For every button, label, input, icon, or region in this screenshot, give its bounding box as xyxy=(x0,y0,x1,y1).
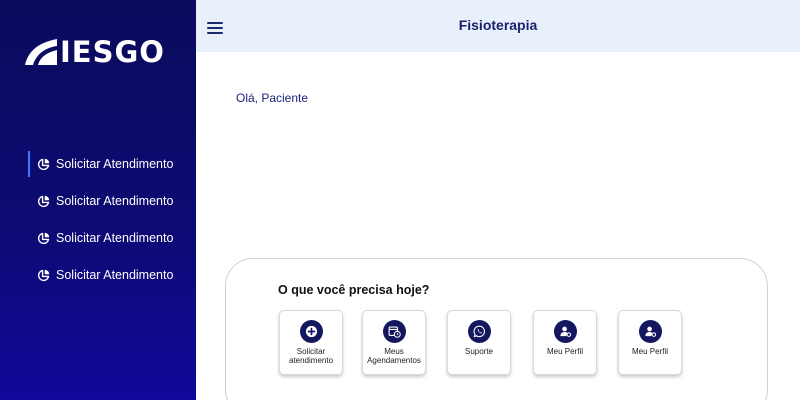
brand-name: IESGO xyxy=(60,35,165,69)
sidebar-item-label: Solicitar Atendimento xyxy=(56,157,174,171)
my-profile-button-2[interactable]: Meu Perfil xyxy=(618,310,682,375)
action-label: Meu Perfil xyxy=(546,347,583,356)
pie-chart-icon xyxy=(37,232,50,244)
page-title: Fisioterapia xyxy=(458,17,538,33)
sidebar-item-solicitar-atendimento-3[interactable]: Solicitar Atendimento xyxy=(28,225,196,251)
plus-circle-icon xyxy=(299,320,323,343)
sidebar-item-label: Solicitar Atendimento xyxy=(56,194,174,208)
top-bar: Fisioterapia xyxy=(196,0,800,52)
sidebar-nav: Solicitar Atendimento Solicitar Atendime… xyxy=(28,151,196,299)
greeting-text: Olá, Paciente xyxy=(236,91,309,105)
support-button[interactable]: Suporte xyxy=(447,310,511,375)
sidebar-item-solicitar-atendimento-4[interactable]: Solicitar Atendimento xyxy=(28,262,196,288)
logo-mark-icon xyxy=(25,39,57,65)
user-settings-icon xyxy=(553,320,577,343)
calendar-clock-icon xyxy=(382,320,406,343)
action-label: Meus Agendamentos xyxy=(367,347,421,365)
my-profile-button[interactable]: Meu Perfil xyxy=(533,310,597,375)
action-label: Meu Perfil xyxy=(631,347,668,356)
brand-logo[interactable]: IESGO xyxy=(24,35,165,69)
sidebar-item-solicitar-atendimento-2[interactable]: Solicitar Atendimento xyxy=(28,188,196,214)
action-label: Suporte xyxy=(464,347,494,356)
sidebar-item-solicitar-atendimento-1[interactable]: Solicitar Atendimento xyxy=(28,151,196,177)
pie-chart-icon xyxy=(37,158,50,170)
card-title: O que você precisa hoje? xyxy=(278,283,430,297)
request-appointment-button[interactable]: Solicitar atendimento xyxy=(279,310,343,375)
pie-chart-icon xyxy=(37,195,50,207)
sidebar-item-label: Solicitar Atendimento xyxy=(56,268,174,282)
sidebar-item-label: Solicitar Atendimento xyxy=(56,231,174,245)
whatsapp-icon xyxy=(467,320,491,343)
sidebar: IESGO Solicitar Atendimento Solicitar At… xyxy=(0,0,196,400)
my-appointments-button[interactable]: Meus Agendamentos xyxy=(362,310,426,375)
user-settings-icon xyxy=(638,320,662,343)
action-label: Solicitar atendimento xyxy=(288,347,334,365)
pie-chart-icon xyxy=(37,269,50,281)
